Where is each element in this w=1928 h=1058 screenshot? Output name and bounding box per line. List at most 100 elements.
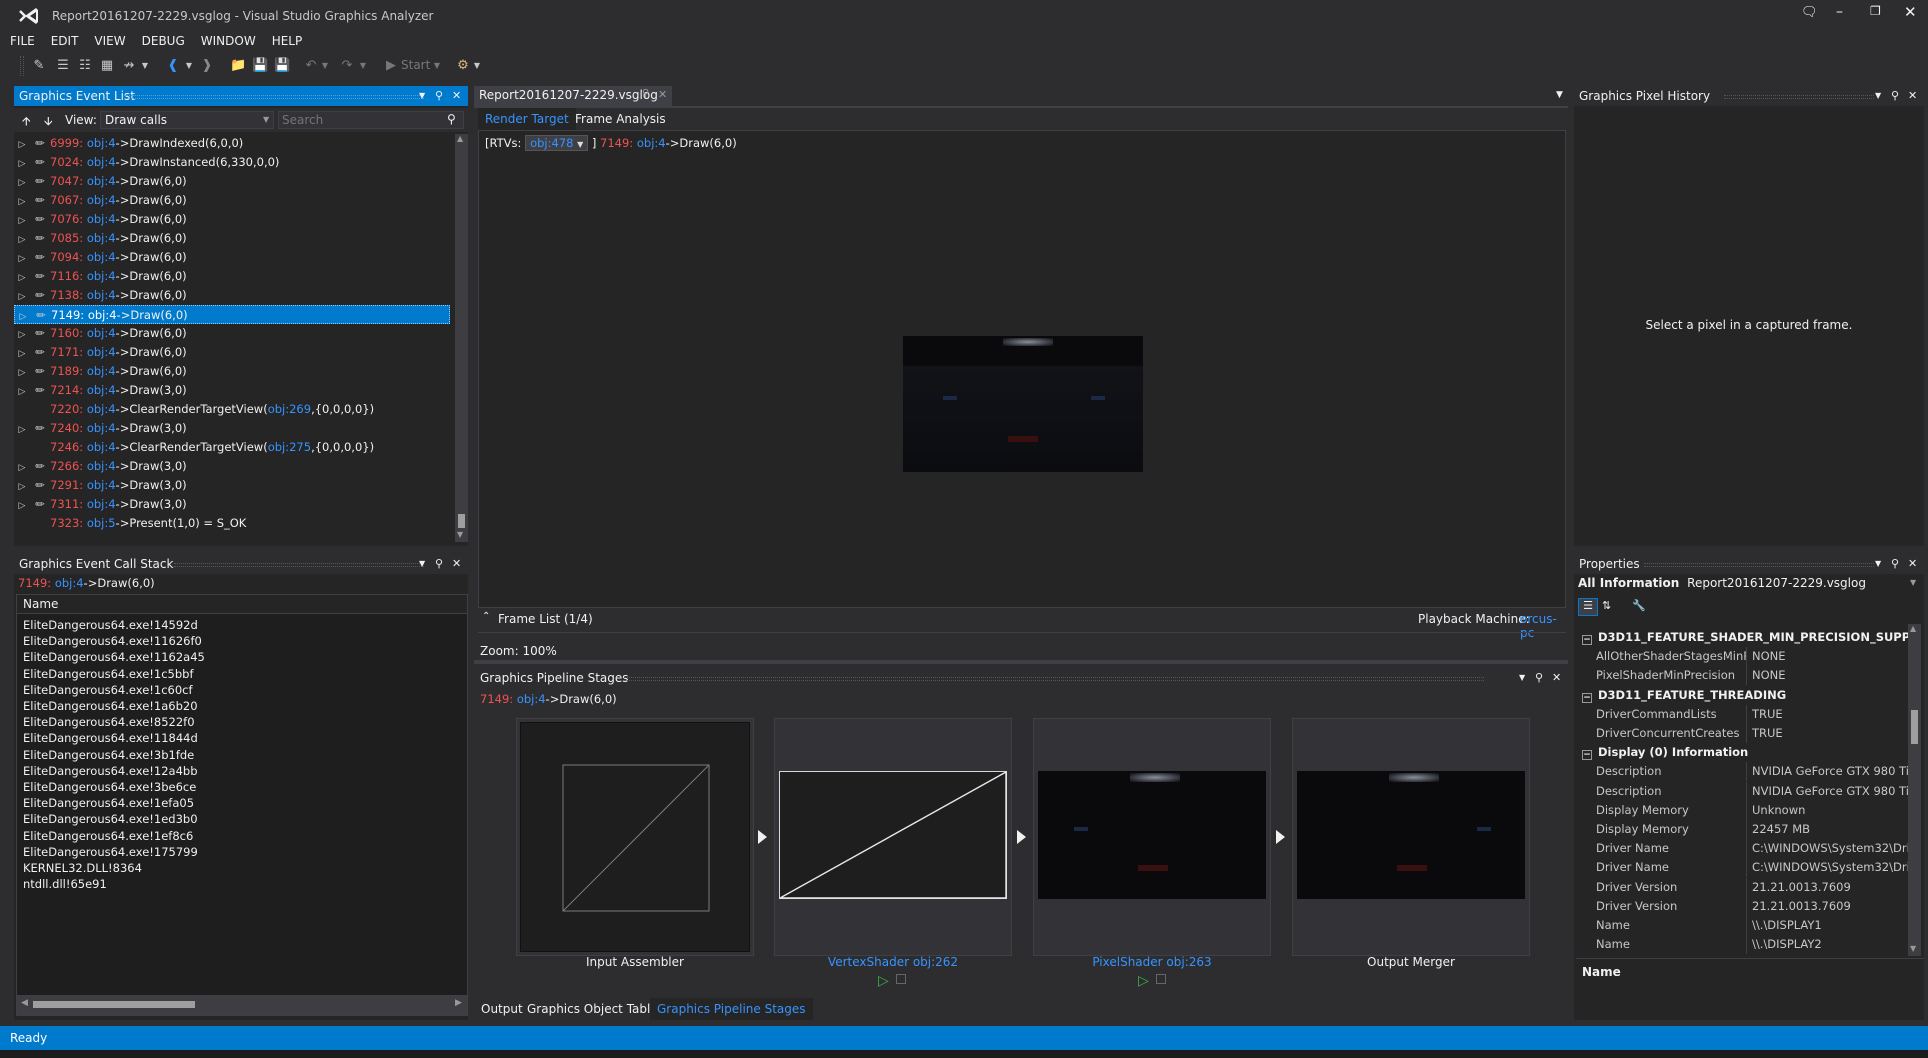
collapse-minus-icon[interactable]: −	[1582, 635, 1592, 645]
call-stack-hscrollbar[interactable]: ◀ ▶	[17, 995, 467, 1015]
document-overflow-icon[interactable]: ▼	[1556, 90, 1563, 100]
property-category[interactable]: − D3D11_FEATURE_THREADING	[1580, 686, 1908, 705]
event-row[interactable]: 7220: obj:4->ClearRenderTargetView(obj:2…	[14, 400, 450, 419]
event-obj-link[interactable]: obj:4	[87, 364, 116, 378]
event-row[interactable]: ▷ ✏ 7291: obj:4->Draw(3,0)	[14, 476, 450, 495]
overflow-chevron-icon[interactable]: ▼	[138, 59, 152, 73]
property-pages-icon[interactable]: 🔧	[1632, 599, 1646, 612]
property-row[interactable]: Driver Version 21.21.0013.7609	[1580, 896, 1908, 916]
property-row[interactable]: Name \\.\DISPLAY1	[1580, 916, 1908, 935]
event-row[interactable]: ▷ ✏ 6999: obj:4->DrawIndexed(6,0,0)	[14, 134, 450, 153]
event-row[interactable]: ▷ ✏ 7149: obj:4->Draw(6,0)	[14, 305, 450, 324]
collapse-minus-icon[interactable]: −	[1582, 750, 1592, 761]
pipeline-pin-icon[interactable]: ⚲	[1535, 668, 1543, 688]
properties-close-icon[interactable]: ✕	[1908, 554, 1917, 574]
hscroll-thumb[interactable]	[33, 1001, 195, 1008]
collapse-minus-icon[interactable]: −	[1582, 692, 1592, 703]
pixel-history-pin-icon[interactable]: ⚲	[1891, 86, 1899, 106]
document-tab-close-icon[interactable]: ✕	[658, 88, 667, 101]
vertex-shader-stop-icon[interactable]	[896, 974, 906, 984]
event-row[interactable]: ▷ ✏ 7214: obj:4->Draw(3,0)	[14, 381, 450, 400]
pixel-history-menu-icon[interactable]: ▼	[1875, 86, 1881, 106]
document-splitter[interactable]	[474, 660, 1568, 664]
capture-icon[interactable]: ✎	[32, 59, 46, 73]
graphics-tools-icon[interactable]: ⚙	[456, 59, 470, 73]
event-search-input[interactable]	[282, 112, 442, 128]
categorized-icon[interactable]: ☰	[1578, 598, 1598, 616]
tools-dropdown-icon[interactable]: ▼	[470, 59, 484, 73]
property-category[interactable]: − Display (0) Information	[1580, 743, 1908, 762]
move-down-icon[interactable]: 🡫	[44, 112, 53, 133]
call-stack-frame[interactable]: KERNEL32.DLL!8364	[23, 860, 142, 876]
save-all-icon[interactable]: 💾	[274, 59, 290, 73]
property-row[interactable]: PixelShaderMinPrecision NONE	[1580, 666, 1908, 686]
call-stack-frame[interactable]: EliteDangerous64.exe!11626f0	[23, 633, 202, 649]
event-row[interactable]: ▷ ✏ 7047: obj:4->Draw(6,0)	[14, 172, 450, 191]
property-row[interactable]: Display Memory 22457 MB	[1580, 820, 1908, 839]
properties-scroll-up-icon[interactable]: ▲	[1910, 624, 1916, 633]
menu-help[interactable]: HELP	[264, 30, 311, 52]
call-stack-frame[interactable]: EliteDangerous64.exe!1efa05	[23, 795, 194, 811]
redo-icon[interactable]: ↷	[340, 59, 354, 73]
properties-scroll-down-icon[interactable]: ▼	[1910, 944, 1916, 953]
properties-scroll-thumb[interactable]	[1911, 710, 1918, 744]
scroll-up-icon[interactable]: ▲	[457, 134, 463, 143]
event-obj-link[interactable]: obj:4	[87, 497, 116, 511]
call-stack-frame[interactable]: EliteDangerous64.exe!8522f0	[23, 714, 195, 730]
event-row[interactable]: ▷ ✏ 7311: obj:4->Draw(3,0)	[14, 495, 450, 514]
event-row[interactable]: ▷ ✏ 7116: obj:4->Draw(6,0)	[14, 267, 450, 286]
property-row[interactable]: DriverCommandLists TRUE	[1580, 704, 1908, 724]
call-stack-frame[interactable]: EliteDangerous64.exe!1ed3b0	[23, 811, 198, 827]
call-stack-column-header[interactable]: Name	[17, 595, 467, 614]
event-row[interactable]: ▷ ✏ 7171: obj:4->Draw(6,0)	[14, 343, 450, 362]
properties-object-selector[interactable]: All Information Report20161207-2229.vsgl…	[1578, 576, 1922, 594]
event-obj-link[interactable]: obj:4	[87, 250, 116, 264]
hscroll-left-icon[interactable]: ◀	[21, 998, 28, 1008]
tab-frame-analysis[interactable]: Frame Analysis	[568, 108, 673, 130]
minimize-button[interactable]: –	[1836, 4, 1843, 20]
event-row[interactable]: ▷ ✏ 7094: obj:4->Draw(6,0)	[14, 248, 450, 267]
back-dropdown-icon[interactable]: ▼	[182, 59, 196, 73]
scroll-down-icon[interactable]: ▼	[457, 530, 463, 539]
start-button[interactable]: Start	[401, 58, 430, 72]
forward-icon[interactable]: ❱	[200, 59, 214, 73]
menu-debug[interactable]: DEBUG	[134, 30, 193, 52]
document-tab-pin-icon[interactable]: ⚲	[642, 88, 649, 99]
event-obj2-link[interactable]: obj:269	[268, 402, 311, 416]
render-event-obj[interactable]: obj:4	[637, 136, 666, 150]
document-tab[interactable]: Report20161207-2229.vsglog ⚲ ✕	[474, 86, 672, 106]
menu-view[interactable]: VIEW	[86, 30, 133, 52]
tab-graphics-pipeline-stages[interactable]: Graphics Pipeline Stages	[650, 998, 813, 1020]
property-row[interactable]: Description NVIDIA GeForce GTX 980 Ti	[1580, 781, 1908, 801]
pixel-history-close-icon[interactable]: ✕	[1908, 86, 1917, 106]
event-obj-link[interactable]: obj:4	[87, 345, 116, 359]
event-row[interactable]: ▷ ✏ 7189: obj:4->Draw(6,0)	[14, 362, 450, 381]
open-folder-icon[interactable]: 📁	[230, 59, 246, 73]
pixel-shader-stop-icon[interactable]	[1156, 974, 1166, 984]
event-row[interactable]: ▷ ✏ 7138: obj:4->Draw(6,0)	[14, 286, 450, 305]
event-obj-link[interactable]: obj:4	[87, 440, 116, 454]
save-icon[interactable]: 💾	[252, 59, 268, 73]
call-stack-frame[interactable]: ntdll.dll!65e91	[23, 876, 107, 892]
event-row[interactable]: ▷ ✏ 7024: obj:4->DrawInstanced(6,330,0,0)	[14, 153, 450, 172]
call-stack-event-obj[interactable]: obj:4	[55, 576, 84, 590]
feedback-icon[interactable]: 🗨	[1801, 5, 1818, 20]
call-stack-frame[interactable]: EliteDangerous64.exe!1c60cf	[23, 682, 193, 698]
call-stack-close-icon[interactable]: ✕	[452, 554, 461, 574]
menu-file[interactable]: FILE	[0, 30, 43, 52]
menu-edit[interactable]: EDIT	[43, 30, 87, 52]
menu-window[interactable]: WINDOW	[193, 30, 264, 52]
frame-list-collapse-icon[interactable]: ⌃	[482, 611, 490, 622]
call-stack-frame[interactable]: EliteDangerous64.exe!1ef8c6	[23, 828, 193, 844]
event-row[interactable]: ▷ ✏ 7085: obj:4->Draw(6,0)	[14, 229, 450, 248]
event-obj-link[interactable]: obj:4	[87, 212, 116, 226]
call-stack-pin-icon[interactable]: ⚲	[435, 554, 443, 574]
stage-label-pixel-shader[interactable]: PixelShader obj:263	[1033, 955, 1271, 969]
pipeline-menu-icon[interactable]: ▼	[1519, 668, 1525, 688]
event-obj-link[interactable]: obj:4	[88, 308, 117, 322]
pixel-shader-run-icon[interactable]: ▷	[1138, 973, 1149, 989]
event-list-icon[interactable]: ☰	[56, 59, 70, 73]
property-row[interactable]: Driver Version 21.21.0013.7609	[1580, 877, 1908, 897]
restore-button[interactable]: ❐	[1870, 4, 1881, 18]
start-dropdown-icon[interactable]: ▼	[430, 59, 444, 73]
